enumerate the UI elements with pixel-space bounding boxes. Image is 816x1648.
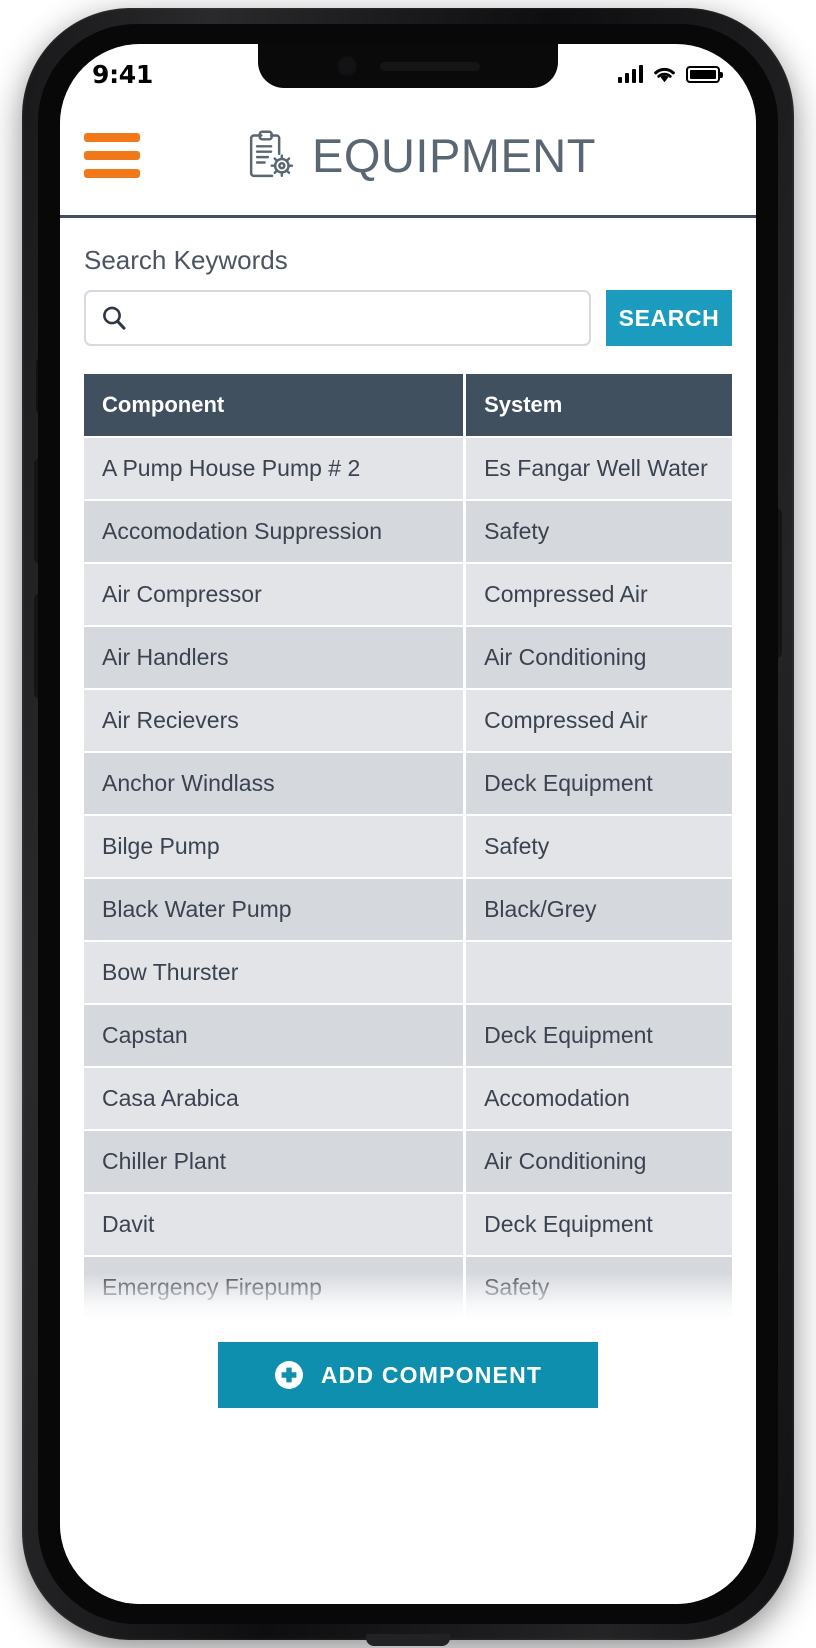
table-body: A Pump House Pump # 2 Es Fangar Well Wate… xyxy=(84,438,732,1318)
cell-component: Anchor Windlass xyxy=(84,753,464,814)
cell-system: Compressed Air xyxy=(463,690,732,751)
phone-bottom-nub xyxy=(366,1634,450,1646)
app-header: EQUIPMENT xyxy=(60,96,756,218)
table-row[interactable]: Anchor Windlass Deck Equipment xyxy=(84,753,732,814)
table-row[interactable]: Davit Deck Equipment xyxy=(84,1194,732,1255)
cell-system: Deck Equipment xyxy=(463,1005,732,1066)
table-row[interactable]: Air Compressor Compressed Air xyxy=(84,564,732,625)
phone-screen: 9:41 EQUIPMENT Search Keywords SEARCH Co… xyxy=(60,44,756,1604)
search-input[interactable] xyxy=(128,305,575,331)
table-row[interactable]: Emergency Firepump Safety xyxy=(84,1257,732,1318)
front-camera-icon xyxy=(336,55,358,77)
status-bar-time: 9:41 xyxy=(92,59,153,89)
status-bar-indicators xyxy=(617,65,723,83)
earpiece-speaker xyxy=(380,61,480,71)
wifi-icon xyxy=(654,67,675,83)
cellular-signal-icon xyxy=(617,65,643,83)
cell-component: Accomodation Suppression xyxy=(84,501,464,562)
cell-component: A Pump House Pump # 2 xyxy=(84,438,464,499)
table-row[interactable]: A Pump House Pump # 2 Es Fangar Well Wate… xyxy=(84,438,732,499)
cell-component: Air Compressor xyxy=(84,564,464,625)
cell-component: Chiller Plant xyxy=(84,1131,464,1192)
cell-system: Compressed Air xyxy=(463,564,732,625)
page-title: EQUIPMENT xyxy=(312,129,596,182)
table-row[interactable]: Air Handlers Air Conditioning xyxy=(84,627,732,688)
cell-component: Bilge Pump xyxy=(84,816,464,877)
cell-system: Deck Equipment xyxy=(463,1194,732,1255)
table-row[interactable]: Black Water Pump Black/Grey xyxy=(84,879,732,940)
column-header-component[interactable]: Component xyxy=(84,374,464,436)
add-component-row: ADD COMPONENT xyxy=(84,1342,732,1408)
cell-component: Davit xyxy=(84,1194,464,1255)
equipment-table-wrapper: Component System A Pump House Pump # 2 Es… xyxy=(84,372,732,1320)
cell-component: Casa Arabica xyxy=(84,1068,464,1129)
page-content: Search Keywords SEARCH Component System … xyxy=(60,219,756,1604)
app-header-title-group: EQUIPMENT xyxy=(140,128,698,184)
cell-system: Safety xyxy=(463,501,732,562)
cell-system: Deck Equipment xyxy=(463,753,732,814)
cell-system: Es Fangar Well Water xyxy=(463,438,732,499)
add-component-button[interactable]: ADD COMPONENT xyxy=(218,1342,598,1408)
table-row[interactable]: Casa Arabica Accomodation xyxy=(84,1068,732,1129)
cell-component: Bow Thurster xyxy=(84,942,464,1003)
table-row[interactable]: Air Recievers Compressed Air xyxy=(84,690,732,751)
clipboard-gear-icon xyxy=(249,130,294,177)
column-header-system[interactable]: System xyxy=(463,374,732,436)
table-header-row: Component System xyxy=(84,374,732,436)
table-row[interactable]: Chiller Plant Air Conditioning xyxy=(84,1131,732,1192)
hamburger-menu-icon[interactable] xyxy=(84,133,140,178)
cell-system: Air Conditioning xyxy=(463,627,732,688)
equipment-table: Component System A Pump House Pump # 2 Es… xyxy=(84,372,732,1320)
cell-system: Black/Grey xyxy=(463,879,732,940)
search-icon xyxy=(103,306,126,330)
table-row[interactable]: Capstan Deck Equipment xyxy=(84,1005,732,1066)
screenshot-stage: 9:41 EQUIPMENT Search Keywords SEARCH Co… xyxy=(0,0,816,1648)
search-field-wrapper[interactable] xyxy=(84,290,591,346)
table-head: Component System xyxy=(84,374,732,436)
cell-component: Air Handlers xyxy=(84,627,464,688)
cell-component: Black Water Pump xyxy=(84,879,464,940)
battery-full-icon xyxy=(686,65,723,83)
phone-notch xyxy=(258,44,558,88)
cell-system: Safety xyxy=(463,1257,732,1318)
cell-system: Safety xyxy=(463,816,732,877)
search-row: SEARCH xyxy=(84,290,732,346)
cell-component: Air Recievers xyxy=(84,690,464,751)
search-button[interactable]: SEARCH xyxy=(606,290,732,346)
plus-circle-icon xyxy=(274,1361,303,1389)
table-row[interactable]: Bilge Pump Safety xyxy=(84,816,732,877)
cell-system: Air Conditioning xyxy=(463,1131,732,1192)
cell-system: Accomodation xyxy=(463,1068,732,1129)
table-row[interactable]: Bow Thurster xyxy=(84,942,732,1003)
cell-system xyxy=(463,942,732,1003)
cell-component: Capstan xyxy=(84,1005,464,1066)
search-label: Search Keywords xyxy=(84,245,288,275)
cell-component: Emergency Firepump xyxy=(84,1257,464,1318)
add-component-label: ADD COMPONENT xyxy=(320,1361,543,1388)
table-row[interactable]: Accomodation Suppression Safety xyxy=(84,501,732,562)
